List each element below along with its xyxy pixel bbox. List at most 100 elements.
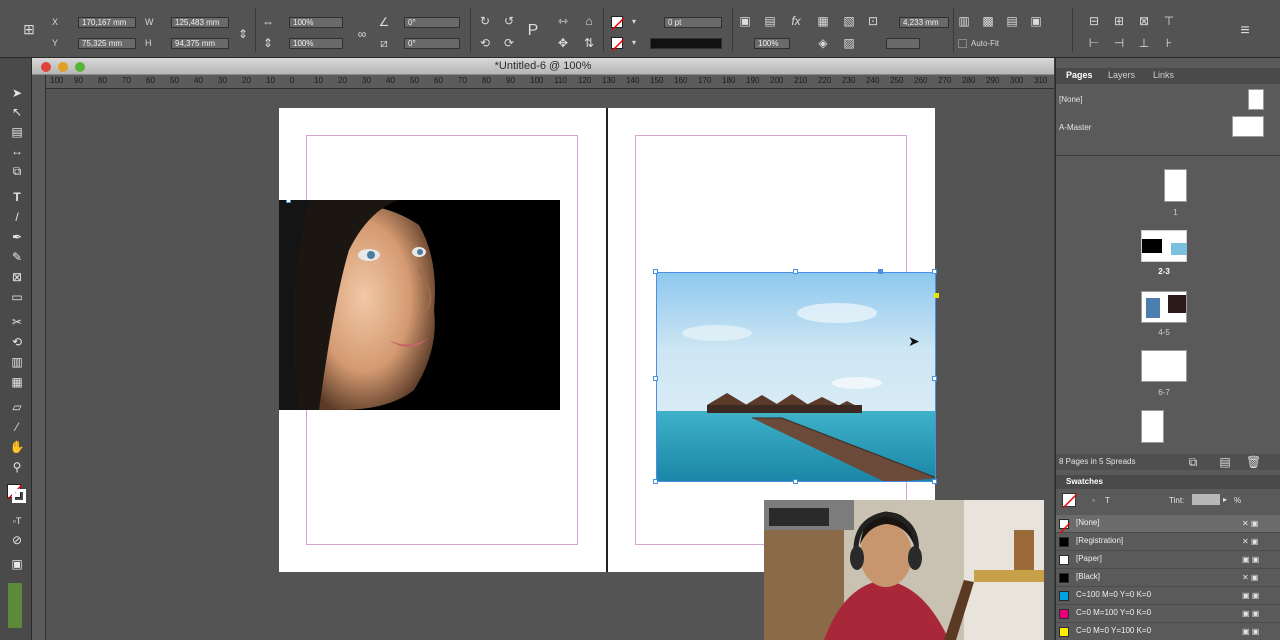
frame-handle[interactable]: [653, 269, 658, 274]
tint-field[interactable]: [1192, 494, 1220, 505]
preflight-icon[interactable]: [8, 583, 22, 628]
frame-handle[interactable]: [932, 376, 937, 381]
reference-point-icon[interactable]: ⊞: [22, 22, 36, 36]
page-thumb-6-7[interactable]: [1141, 350, 1187, 382]
swatch-row[interactable]: [None] ✕ ▣: [1056, 515, 1280, 534]
x-field[interactable]: 170,167 mm: [78, 17, 136, 28]
delete-page-icon[interactable]: 🗑: [1246, 455, 1261, 469]
align-top-icon[interactable]: ⊦: [1162, 36, 1176, 50]
frame-handle[interactable]: [286, 200, 291, 203]
frame-options-icon[interactable]: ▧: [842, 14, 856, 28]
portrait-image[interactable]: [279, 200, 560, 410]
fill-swatch-icon[interactable]: [611, 16, 625, 31]
new-page-icon[interactable]: ▤: [1218, 455, 1232, 469]
swatch-row[interactable]: C=0 M=0 Y=100 K=0 ▣ ▣: [1056, 623, 1280, 640]
gradient-feather-tool-icon[interactable]: ▦: [9, 374, 25, 390]
align-left-icon[interactable]: ⊟: [1087, 14, 1101, 28]
scissors-tool-icon[interactable]: ✂: [9, 314, 25, 330]
align-right-icon[interactable]: ⊠: [1137, 14, 1151, 28]
pencil-tool-icon[interactable]: ✎: [9, 249, 25, 265]
fit-frame-icon[interactable]: ⊡: [866, 14, 880, 28]
drop-shadow-icon[interactable]: ▣: [738, 14, 752, 28]
page-thumb-8[interactable]: [1141, 410, 1164, 443]
tint-dropdown-icon[interactable]: ▸: [1223, 495, 1227, 504]
frame-handle[interactable]: [932, 269, 937, 274]
align-center-icon[interactable]: ⊞: [1112, 14, 1126, 28]
effects-icon[interactable]: ▤: [763, 14, 777, 28]
fit-content-icon[interactable]: ▩: [981, 14, 995, 28]
swatch-row[interactable]: [Registration] ✕ ▣: [1056, 533, 1280, 551]
page-thumb-4-5[interactable]: [1141, 291, 1187, 323]
rectangle-frame-tool-icon[interactable]: ⊠: [9, 269, 25, 285]
y-field[interactable]: 75,325 mm: [78, 38, 136, 49]
stroke-dropdown-icon[interactable]: ▾: [627, 36, 641, 50]
flip-horizontal-icon[interactable]: ⇿: [556, 14, 570, 28]
swatch-row[interactable]: [Black] ✕ ▣: [1056, 569, 1280, 587]
rectangle-tool-icon[interactable]: ▭: [9, 289, 25, 305]
fit-proportionally-icon[interactable]: ▤: [1005, 14, 1019, 28]
flip-icon[interactable]: ⟲: [478, 36, 492, 50]
distribute-right-icon[interactable]: ⊥: [1137, 36, 1151, 50]
text-icon[interactable]: T: [1105, 496, 1110, 505]
link-icon[interactable]: ∞: [355, 27, 369, 41]
eyedropper-tool-icon[interactable]: ⁄: [9, 419, 25, 435]
select-content-icon[interactable]: ✥: [556, 36, 570, 50]
stroke-weight-field[interactable]: 0 pt: [664, 17, 722, 28]
fill-frame-icon[interactable]: ▥: [957, 14, 971, 28]
apply-none-icon[interactable]: ⊘: [9, 532, 25, 548]
opacity-field[interactable]: 100%: [754, 38, 790, 49]
page-thumb-1[interactable]: [1164, 169, 1187, 202]
seascape-image[interactable]: [656, 272, 936, 482]
selection-tool-icon[interactable]: ➤: [9, 85, 25, 101]
distribute-center-icon[interactable]: ⊣: [1112, 36, 1126, 50]
page-tool-icon[interactable]: ▤: [9, 124, 25, 140]
swatch-row[interactable]: C=0 M=100 Y=0 K=0 ▣ ▣: [1056, 605, 1280, 623]
frame-handle[interactable]: [793, 479, 798, 484]
frame-handle[interactable]: [653, 376, 658, 381]
fill-stroke-icon[interactable]: [1062, 493, 1078, 509]
direct-selection-tool-icon[interactable]: ↖: [9, 104, 25, 120]
container-icon[interactable]: ▫: [1092, 496, 1095, 505]
scale-y-field[interactable]: 100%: [289, 38, 343, 49]
left-page[interactable]: [279, 108, 606, 572]
fitting-center-icon[interactable]: ▨: [842, 36, 856, 50]
stroke-swatch-icon[interactable]: [611, 37, 625, 52]
view-mode-icon[interactable]: ▣: [9, 556, 25, 572]
align-bottom-icon[interactable]: ⊤: [1162, 14, 1176, 28]
corner-options-icon[interactable]: ▦: [816, 14, 830, 28]
formatting-icon[interactable]: ▫T: [9, 513, 25, 529]
rotate-cw-icon[interactable]: ↻: [478, 14, 492, 28]
fx-icon[interactable]: fx: [789, 14, 803, 28]
gradient-tool-icon[interactable]: ▥: [9, 354, 25, 370]
select-container-icon[interactable]: ⌂: [582, 14, 596, 28]
edit-page-size-icon[interactable]: ⧉: [1186, 455, 1200, 469]
rotate-ccw-icon[interactable]: ↺: [502, 14, 516, 28]
scale-x-field[interactable]: 100%: [289, 17, 343, 28]
w-field[interactable]: 125,483 mm: [171, 17, 229, 28]
text-wrap-icon[interactable]: P: [526, 23, 540, 39]
constrain-proportions-icon[interactable]: ⇕: [236, 27, 250, 41]
tab-pages[interactable]: Pages: [1066, 70, 1093, 80]
center-content-icon[interactable]: ▣: [1029, 14, 1043, 28]
tab-layers[interactable]: Layers: [1108, 70, 1135, 80]
page-thumb-2-3[interactable]: [1141, 230, 1187, 262]
distribute-icon[interactable]: ⊢: [1087, 36, 1101, 50]
free-transform-tool-icon[interactable]: ⟲: [9, 334, 25, 350]
align-dropdown[interactable]: [886, 38, 920, 49]
none-master-thumb[interactable]: [1248, 89, 1264, 110]
tab-links[interactable]: Links: [1153, 70, 1174, 80]
fitting-value-field[interactable]: 4,233 mm: [899, 17, 949, 28]
line-tool-icon[interactable]: /: [9, 209, 25, 225]
content-collector-icon[interactable]: ⧉: [9, 163, 25, 179]
frame-handle[interactable]: [653, 479, 658, 484]
shear-field[interactable]: 0°: [404, 38, 460, 49]
gap-tool-icon[interactable]: ↔: [9, 143, 25, 159]
live-corner-icon[interactable]: [934, 293, 939, 298]
flip-vertical-icon[interactable]: ⟳: [502, 36, 516, 50]
swatch-row[interactable]: C=100 M=0 Y=0 K=0 ▣ ▣: [1056, 587, 1280, 605]
zoom-tool-icon[interactable]: ⚲: [9, 459, 25, 475]
h-field[interactable]: 94,375 mm: [171, 38, 229, 49]
angle-field[interactable]: 0°: [404, 17, 460, 28]
frame-handle[interactable]: [793, 269, 798, 274]
next-object-icon[interactable]: ⇅: [582, 36, 596, 50]
